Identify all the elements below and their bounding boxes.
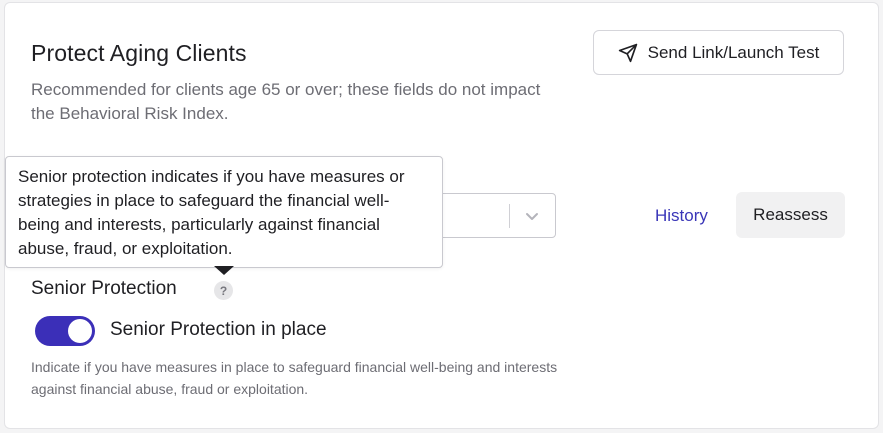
card-title: Protect Aging Clients <box>31 40 247 66</box>
toggle-knob <box>68 319 92 343</box>
send-link-launch-test-button[interactable]: Send Link/Launch Test <box>593 30 844 75</box>
help-icon[interactable]: ? <box>214 281 233 300</box>
senior-protection-toggle[interactable] <box>35 316 95 346</box>
senior-protection-helper-text: Indicate if you have measures in place t… <box>31 359 558 397</box>
reassess-button[interactable]: Reassess <box>736 192 845 238</box>
send-link-label: Send Link/Launch Test <box>647 42 820 62</box>
senior-protection-tooltip: Senior protection indicates if you have … <box>5 156 443 268</box>
select-separator <box>509 204 510 228</box>
tooltip-arrow <box>214 266 234 275</box>
history-link[interactable]: History <box>655 206 708 226</box>
senior-protection-label: Senior Protection <box>31 278 177 299</box>
send-icon <box>618 43 637 62</box>
senior-protection-toggle-label: Senior Protection in place <box>110 319 327 340</box>
chevron-down-icon[interactable] <box>524 208 540 224</box>
card-subtitle: Recommended for clients age 65 or over; … <box>31 80 541 123</box>
